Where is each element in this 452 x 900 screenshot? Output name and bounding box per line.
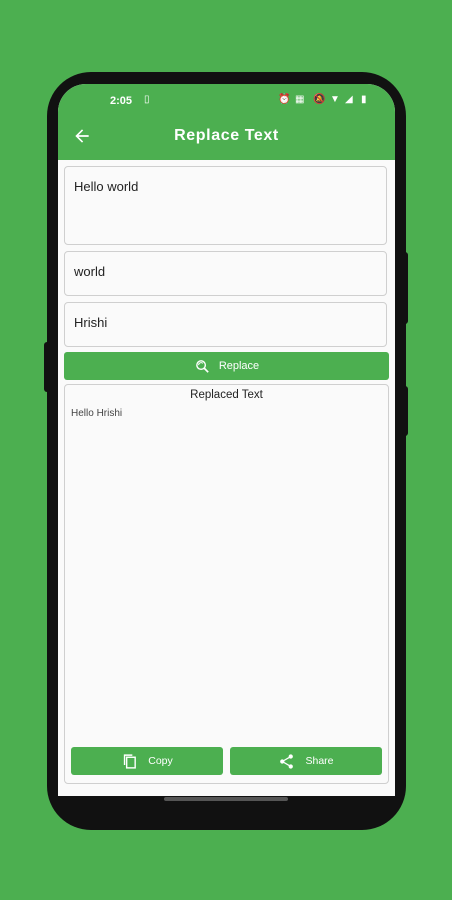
copy-button-label: Copy [148,755,173,767]
result-heading: Replaced Text [190,389,263,401]
input-text-field[interactable]: Hello world [64,166,387,245]
share-icon [280,753,294,769]
sim-icon: ▯ [144,94,150,105]
copy-button[interactable]: Copy [71,747,223,775]
share-button[interactable]: Share [230,747,382,775]
side-button [402,386,408,436]
power-button [44,342,50,392]
status-time: 2:05 [110,95,133,107]
copy-icon [124,753,137,769]
replace-with-value: Hrishi [74,315,108,330]
battery-icon: ▮ [361,94,367,105]
find-replace-icon [195,359,209,373]
notifications-off-icon: 🔕 [313,94,326,105]
input-text-value: Hello world [74,179,139,194]
home-indicator[interactable] [164,797,288,801]
replace-button-label: Replace [218,360,260,372]
share-button-label: Share [305,755,334,767]
replace-button[interactable]: Replace [64,352,389,380]
app-bar: Replace Text [58,116,395,160]
find-field[interactable]: world [64,251,387,296]
replace-with-field[interactable]: Hrishi [64,302,387,347]
volume-button [402,252,408,324]
alarm-icon: ⏰ [278,94,291,105]
keyboard-icon: ▦ [295,94,305,105]
wifi-icon: ▼ [330,94,340,105]
status-bar: 2:05 ▯ ⏰ ▦ 🔕 ▼ ◢ ▮ [58,84,395,116]
page-title: Replace Text [174,127,279,144]
result-panel: Replaced Text Hello Hrishi Copy Share [64,384,389,784]
find-value: world [74,264,106,279]
signal-icon: ◢ [345,94,353,105]
result-text: Hello Hrishi [71,408,123,419]
app-screen: 2:05 ▯ ⏰ ▦ 🔕 ▼ ◢ ▮ Replace Text Hello wo… [58,84,395,796]
